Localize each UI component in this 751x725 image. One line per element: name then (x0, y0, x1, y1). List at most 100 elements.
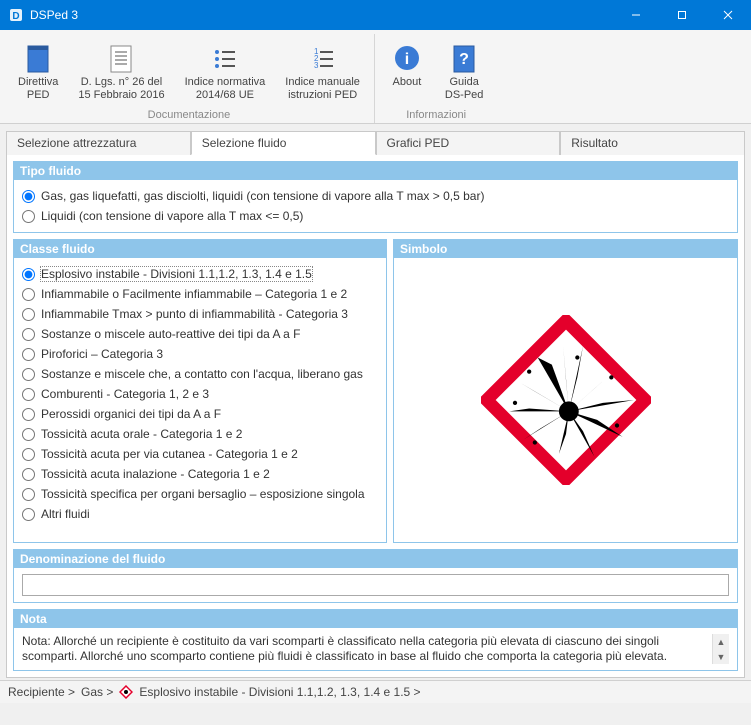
ribbon-label: D. Lgs. n° 26 del 15 Febbraio 2016 (78, 76, 164, 101)
classe-fluido-radio-6[interactable] (22, 388, 35, 401)
classe-fluido-option-1[interactable]: Infiammabile o Facilmente infiammabile –… (22, 284, 378, 304)
tipo-fluido-radio-1[interactable] (22, 210, 35, 223)
classe-fluido-radio-2[interactable] (22, 308, 35, 321)
ghs-explosive-icon (481, 315, 651, 485)
tab-attrezzatura[interactable]: Selezione attrezzatura (6, 131, 191, 155)
status-part-0: Recipiente > (8, 685, 75, 699)
classe-simbolo-row: Classe fluido Esplosivo instabile - Divi… (13, 239, 738, 549)
denominazione-header: Denominazione del fluido (14, 550, 737, 568)
classe-fluido-option-6[interactable]: Comburenti - Categoria 1, 2 e 3 (22, 384, 378, 404)
ribbon-toolbar: Direttiva PED D. Lgs. n° 26 del 15 Febbra… (0, 30, 751, 124)
ribbon-group-0: Direttiva PED D. Lgs. n° 26 del 15 Febbra… (4, 34, 375, 123)
direttiva-ped-icon (22, 42, 54, 74)
scroll-down-button[interactable]: ▼ (713, 649, 729, 664)
classe-fluido-option-8[interactable]: Tossicità acuta orale - Categoria 1 e 2 (22, 424, 378, 444)
tipo-fluido-panel: Tipo fluido Gas, gas liquefatti, gas dis… (13, 161, 738, 233)
minimize-button[interactable] (613, 0, 659, 30)
svg-text:3: 3 (314, 61, 319, 70)
tab-fluido[interactable]: Selezione fluido (191, 131, 376, 155)
ribbon-group-label: Informazioni (381, 109, 492, 121)
tipo-fluido-label-0: Gas, gas liquefatti, gas disciolti, liqu… (41, 189, 484, 203)
simbolo-body (394, 258, 737, 542)
simbolo-header: Simbolo (394, 240, 737, 258)
classe-fluido-header: Classe fluido (14, 240, 386, 258)
classe-fluido-radio-3[interactable] (22, 328, 35, 341)
svg-text:i: i (405, 51, 409, 68)
classe-fluido-option-5[interactable]: Sostanze e miscele che, a contatto con l… (22, 364, 378, 384)
ribbon-indice-normativa[interactable]: Indice normativa 2014/68 UE (177, 38, 274, 105)
classe-fluido-option-2[interactable]: Infiammabile Tmax > punto di infiammabil… (22, 304, 378, 324)
classe-fluido-panel: Classe fluido Esplosivo instabile - Divi… (13, 239, 387, 543)
classe-fluido-radio-10[interactable] (22, 468, 35, 481)
tipo-fluido-header: Tipo fluido (14, 162, 737, 180)
tab-risultato[interactable]: Risultato (560, 131, 745, 155)
ribbon-dlgs-26[interactable]: D. Lgs. n° 26 del 15 Febbraio 2016 (70, 38, 172, 105)
nota-panel: Nota Nota: Allorché un recipiente è cost… (13, 609, 738, 671)
maximize-button[interactable] (659, 0, 705, 30)
ribbon-direttiva-ped[interactable]: Direttiva PED (10, 38, 66, 105)
denominazione-body (14, 568, 737, 602)
ribbon-guida[interactable]: ? Guida DS-Ped (437, 38, 492, 105)
classe-fluido-radio-12[interactable] (22, 508, 35, 521)
classe-fluido-body: Esplosivo instabile - Divisioni 1.1,1.2,… (14, 258, 386, 530)
classe-fluido-label-3: Sostanze o miscele auto-reattive dei tip… (41, 327, 300, 341)
classe-fluido-radio-4[interactable] (22, 348, 35, 361)
indice-normativa-icon (209, 42, 241, 74)
classe-fluido-label-9: Tossicità acuta per via cutanea - Catego… (41, 447, 298, 461)
nota-text: Nota: Allorché un recipiente è costituit… (22, 634, 712, 664)
classe-fluido-label-1: Infiammabile o Facilmente infiammabile –… (41, 287, 347, 301)
denominazione-input[interactable] (22, 574, 729, 596)
nota-body: Nota: Allorché un recipiente è costituit… (14, 628, 737, 670)
svg-text:D: D (12, 11, 19, 22)
classe-fluido-label-6: Comburenti - Categoria 1, 2 e 3 (41, 387, 209, 401)
classe-fluido-label-10: Tossicità acuta inalazione - Categoria 1… (41, 467, 270, 481)
ribbon-label: Indice normativa 2014/68 UE (185, 76, 266, 101)
classe-fluido-label-5: Sostanze e miscele che, a contatto con l… (41, 367, 363, 381)
svg-text:?: ? (459, 51, 469, 68)
ribbon-label: Guida DS-Ped (445, 76, 484, 101)
classe-fluido-radio-5[interactable] (22, 368, 35, 381)
classe-fluido-radio-9[interactable] (22, 448, 35, 461)
ribbon-about[interactable]: i About (381, 38, 433, 105)
status-part-1: Gas > (81, 685, 113, 699)
classe-fluido-option-4[interactable]: Piroforici – Categoria 3 (22, 344, 378, 364)
close-button[interactable] (705, 0, 751, 30)
ribbon-label: Direttiva PED (18, 76, 58, 101)
tab-grafici[interactable]: Grafici PED (376, 131, 561, 155)
tipo-fluido-radio-0[interactable] (22, 190, 35, 203)
indice-manuale-icon: 123 (307, 42, 339, 74)
window-controls (613, 0, 751, 30)
window-title: DSPed 3 (30, 8, 613, 22)
ribbon-label: About (393, 76, 422, 89)
status-part-2: Esplosivo instabile - Divisioni 1.1,1.2,… (139, 685, 420, 699)
classe-fluido-option-7[interactable]: Perossidi organici dei tipi da A a F (22, 404, 378, 424)
tipo-fluido-option-1[interactable]: Liquidi (con tensione di vapore alla T m… (22, 206, 729, 226)
title-bar: D DSPed 3 (0, 0, 751, 30)
nota-scrollbar[interactable]: ▲ ▼ (712, 634, 729, 664)
classe-fluido-label-0: Esplosivo instabile - Divisioni 1.1,1.2,… (41, 267, 312, 281)
classe-fluido-radio-1[interactable] (22, 288, 35, 301)
ghs-mini-icon (119, 685, 133, 699)
ribbon-indice-manuale[interactable]: 123Indice manuale istruzioni PED (277, 38, 368, 105)
app-icon: D (8, 7, 24, 23)
classe-fluido-radio-11[interactable] (22, 488, 35, 501)
tab-content: Tipo fluido Gas, gas liquefatti, gas dis… (6, 154, 745, 678)
scroll-up-button[interactable]: ▲ (713, 634, 729, 649)
classe-fluido-option-3[interactable]: Sostanze o miscele auto-reattive dei tip… (22, 324, 378, 344)
tab-strip: Selezione attrezzaturaSelezione fluidoGr… (6, 130, 745, 154)
classe-fluido-radio-8[interactable] (22, 428, 35, 441)
guida-icon: ? (448, 42, 480, 74)
classe-fluido-option-9[interactable]: Tossicità acuta per via cutanea - Catego… (22, 444, 378, 464)
tipo-fluido-option-0[interactable]: Gas, gas liquefatti, gas disciolti, liqu… (22, 186, 729, 206)
classe-fluido-option-0[interactable]: Esplosivo instabile - Divisioni 1.1,1.2,… (22, 264, 378, 284)
classe-fluido-option-10[interactable]: Tossicità acuta inalazione - Categoria 1… (22, 464, 378, 484)
classe-fluido-label-11: Tossicità specifica per organi bersaglio… (41, 487, 365, 501)
classe-fluido-radio-0[interactable] (22, 268, 35, 281)
classe-fluido-option-11[interactable]: Tossicità specifica per organi bersaglio… (22, 484, 378, 504)
denominazione-panel: Denominazione del fluido (13, 549, 738, 603)
classe-fluido-radio-7[interactable] (22, 408, 35, 421)
classe-fluido-option-12[interactable]: Altri fluidi (22, 504, 378, 524)
ribbon-group-1: i About? Guida DS-Ped Informazioni (375, 34, 498, 123)
status-bar: Recipiente > Gas > Esplosivo instabile -… (0, 680, 751, 703)
nota-header: Nota (14, 610, 737, 628)
